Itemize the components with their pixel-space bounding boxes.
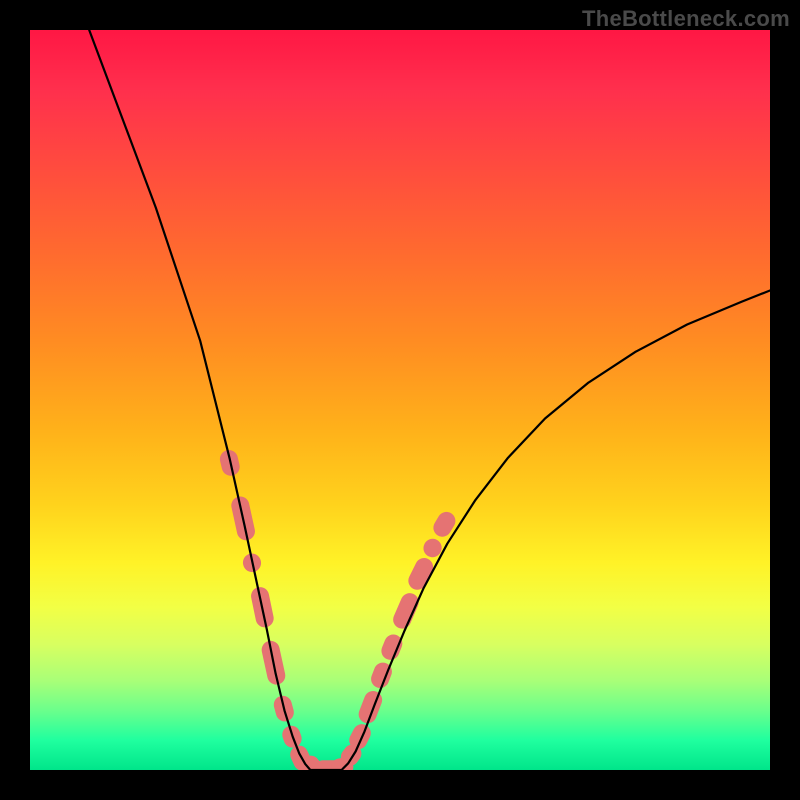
plot-area bbox=[30, 30, 770, 770]
frame: TheBottleneck.com bbox=[0, 0, 800, 800]
watermark-text: TheBottleneck.com bbox=[582, 6, 790, 32]
scatter-dot bbox=[356, 688, 385, 726]
bottleneck-curve bbox=[89, 30, 770, 770]
scatter-layer bbox=[218, 448, 459, 770]
chart-svg bbox=[30, 30, 770, 770]
scatter-dot bbox=[430, 509, 459, 540]
